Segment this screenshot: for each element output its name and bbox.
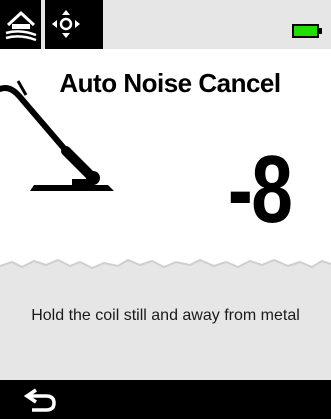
status-bar xyxy=(0,0,331,49)
instruction-message: Hold the coil still and away from metal xyxy=(31,307,300,324)
field-mode-icon xyxy=(5,10,37,42)
pinpoint-button[interactable] xyxy=(45,0,103,49)
back-arrow-icon[interactable] xyxy=(24,386,58,414)
noise-cancel-value: -8 xyxy=(227,136,293,243)
bottom-bar xyxy=(0,380,331,419)
pinpoint-move-icon xyxy=(52,10,80,38)
mode-button[interactable] xyxy=(0,0,41,49)
battery-icon xyxy=(292,24,322,38)
search-coil-icon xyxy=(0,80,114,191)
